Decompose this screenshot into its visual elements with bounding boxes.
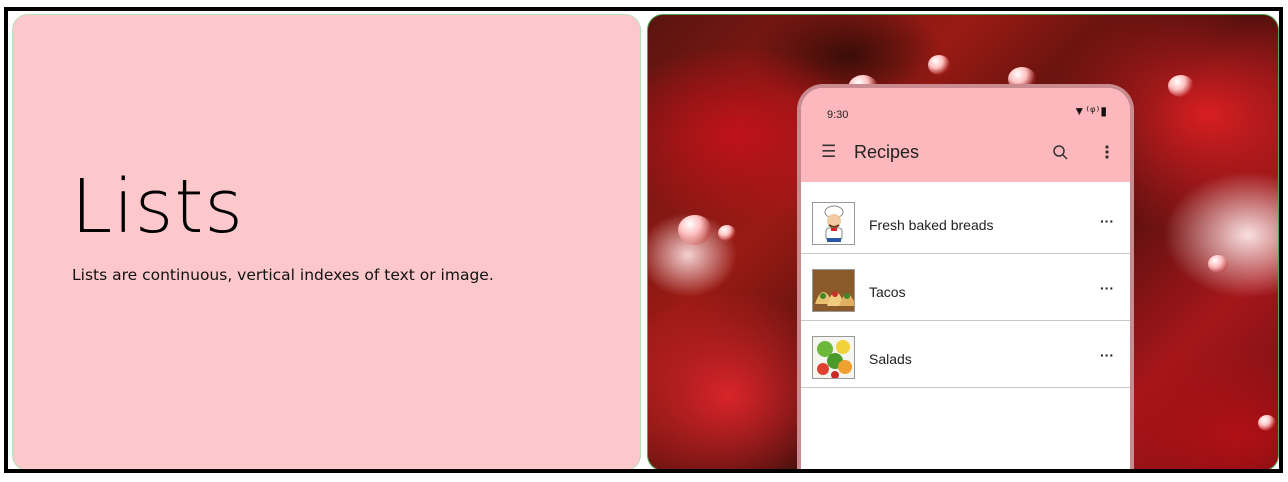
status-icons: ▼⁽ᵠ⁾▮	[1073, 104, 1108, 118]
background-photo: 9:30 ▼⁽ᵠ⁾▮ ☰ Recipes Fresh baked breads …	[647, 14, 1279, 469]
showcase-frame: Lists Lists are continuous, vertical ind…	[4, 7, 1283, 473]
water-drop	[1168, 75, 1194, 97]
water-drop	[678, 215, 712, 245]
water-drop	[718, 225, 736, 241]
list-item[interactable]: Tacos ···	[801, 254, 1130, 321]
hero-subtitle: Lists are continuous, vertical indexes o…	[72, 266, 494, 284]
recipe-list: Fresh baked breads ··· Tacos ··· Salads …	[801, 182, 1130, 388]
list-item[interactable]: Fresh baked breads ···	[801, 187, 1130, 254]
water-drop	[928, 55, 950, 75]
list-item[interactable]: Salads ···	[801, 321, 1130, 388]
list-item-label: Salads	[869, 351, 912, 367]
status-time: 9:30	[827, 109, 849, 121]
battery-icon: ▮	[1100, 104, 1108, 118]
wifi-icon: ▼	[1073, 104, 1087, 118]
more-horiz-icon[interactable]: ···	[1100, 213, 1114, 229]
more-horiz-icon[interactable]: ···	[1100, 280, 1114, 296]
salad-photo	[812, 336, 855, 379]
water-drop	[1208, 255, 1228, 273]
search-icon[interactable]	[1051, 143, 1071, 163]
signal-icon: ⁽ᵠ⁾	[1086, 104, 1101, 118]
app-bar-title: Recipes	[854, 142, 920, 162]
phone-mockup: 9:30 ▼⁽ᵠ⁾▮ ☰ Recipes Fresh baked breads …	[797, 84, 1134, 469]
list-item-label: Tacos	[869, 284, 906, 300]
more-horiz-icon[interactable]: ···	[1100, 347, 1114, 363]
list-item-label: Fresh baked breads	[869, 217, 994, 233]
menu-icon[interactable]: ☰	[821, 142, 836, 162]
more-vert-icon[interactable]	[1099, 141, 1115, 163]
hero-title: Lists	[71, 164, 244, 250]
water-drop	[1258, 415, 1276, 431]
hero-panel: Lists Lists are continuous, vertical ind…	[12, 14, 641, 469]
chef-icon	[812, 202, 855, 245]
app-bar: 9:30 ▼⁽ᵠ⁾▮ ☰ Recipes	[801, 88, 1130, 182]
tacos-photo	[812, 269, 855, 312]
